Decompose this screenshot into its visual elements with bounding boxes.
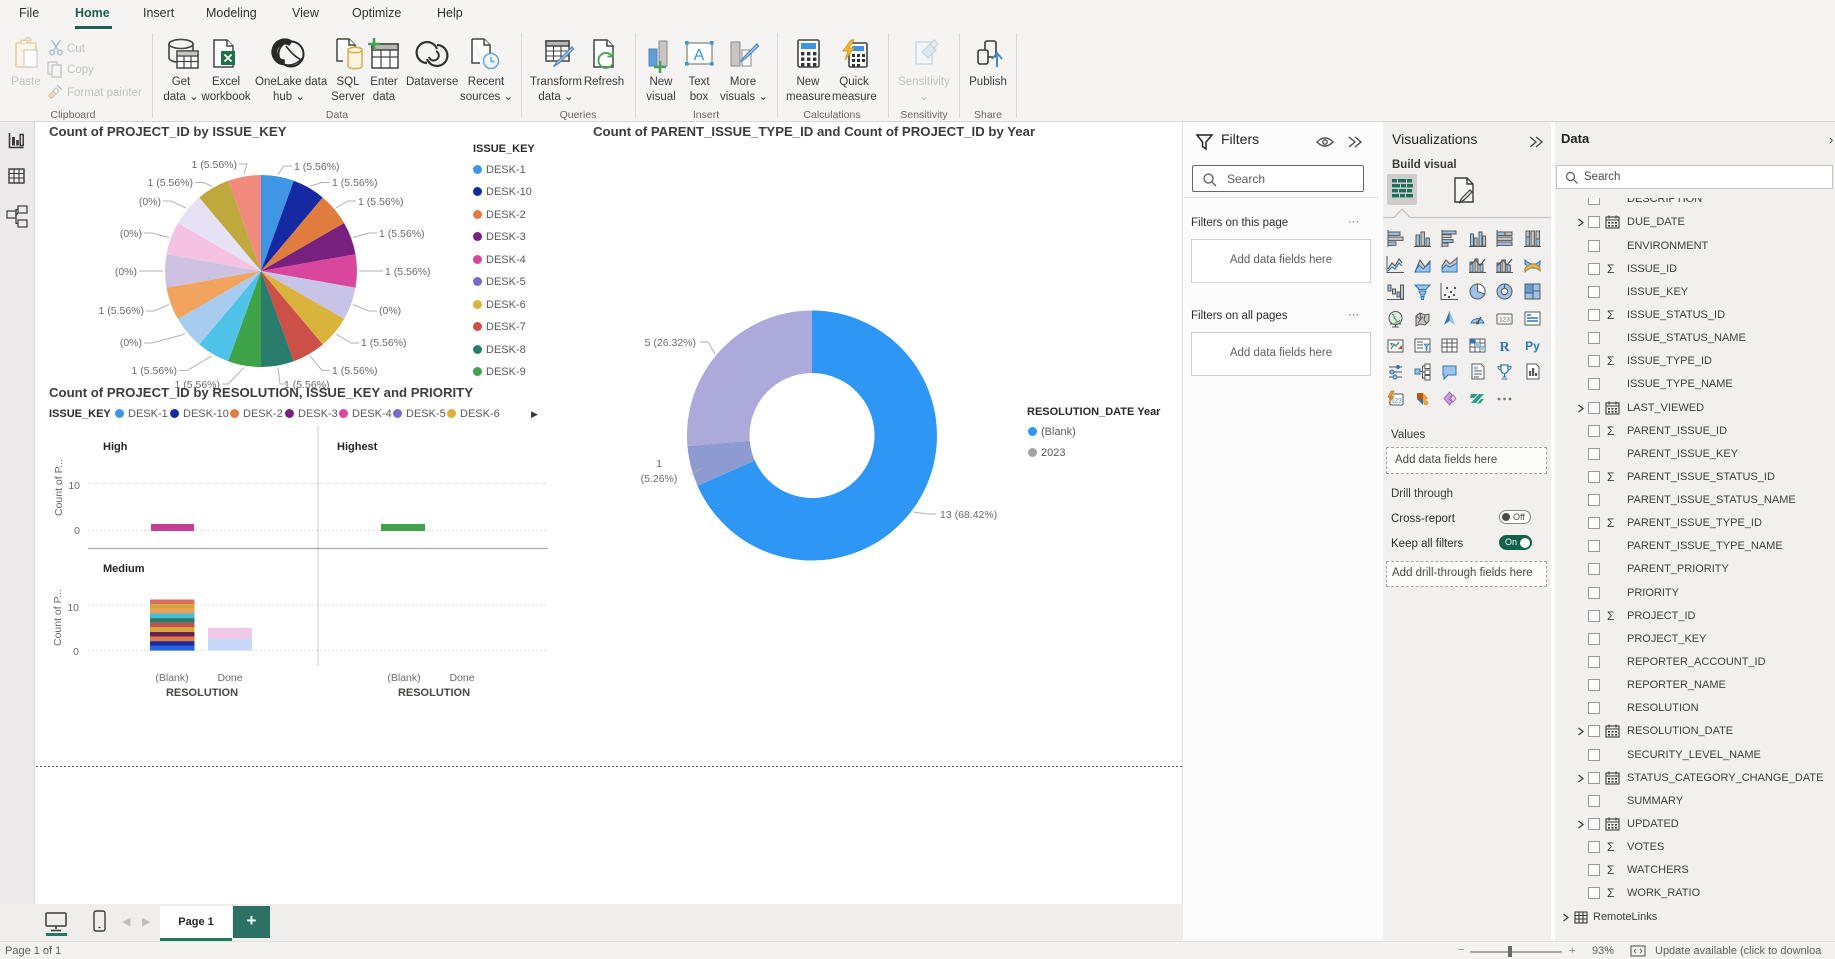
svg-text:High: High bbox=[103, 441, 128, 453]
svg-text:13 (68.42%): 13 (68.42%) bbox=[940, 509, 997, 521]
svg-text:1 (5.56%): 1 (5.56%) bbox=[385, 266, 431, 278]
svg-text:0: 0 bbox=[74, 525, 80, 537]
svg-text:0: 0 bbox=[73, 646, 79, 658]
svg-text:(Blank): (Blank) bbox=[387, 672, 420, 684]
svg-text:(0%): (0%) bbox=[115, 266, 137, 278]
svg-text:1 (5.56%): 1 (5.56%) bbox=[358, 196, 404, 208]
svg-text:1 (5.56%): 1 (5.56%) bbox=[379, 228, 425, 240]
svg-text:1 (5.56%): 1 (5.56%) bbox=[147, 177, 193, 189]
svg-text:R: R bbox=[1499, 340, 1510, 355]
svg-text:(0%): (0%) bbox=[120, 337, 142, 349]
svg-text:(0%): (0%) bbox=[379, 305, 401, 317]
svg-text:Py: Py bbox=[1525, 339, 1540, 353]
svg-text:1 (5.56%): 1 (5.56%) bbox=[191, 159, 237, 171]
svg-text:10: 10 bbox=[68, 480, 80, 492]
svg-text:1 (5.56%): 1 (5.56%) bbox=[332, 365, 378, 377]
svg-text:1 (5.56%): 1 (5.56%) bbox=[294, 161, 340, 173]
svg-text:RESOLUTION: RESOLUTION bbox=[398, 687, 470, 699]
svg-text:A: A bbox=[694, 47, 705, 64]
svg-text:5 (26.32%): 5 (26.32%) bbox=[645, 337, 696, 349]
svg-text:(0%): (0%) bbox=[120, 228, 142, 240]
svg-text:123: 123 bbox=[1391, 398, 1402, 405]
svg-text:1 (5.56%): 1 (5.56%) bbox=[361, 337, 407, 349]
svg-text:Count of P...: Count of P... bbox=[53, 459, 65, 516]
svg-text:RESOLUTION: RESOLUTION bbox=[166, 687, 238, 699]
svg-text:1: 1 bbox=[656, 458, 662, 470]
svg-text:(Blank): (Blank) bbox=[155, 672, 188, 684]
svg-text:Medium: Medium bbox=[103, 563, 145, 575]
svg-text:Count of P...: Count of P... bbox=[52, 589, 64, 646]
svg-text:(0%): (0%) bbox=[139, 196, 161, 208]
svg-text:1 (5.56%): 1 (5.56%) bbox=[131, 365, 177, 377]
svg-text:10: 10 bbox=[67, 602, 79, 614]
svg-text:Done: Done bbox=[217, 672, 242, 684]
svg-text:123: 123 bbox=[1499, 317, 1510, 324]
svg-text:(5.26%): (5.26%) bbox=[641, 473, 678, 485]
svg-text:1 (5.56%): 1 (5.56%) bbox=[332, 177, 378, 189]
svg-text:Done: Done bbox=[449, 672, 474, 684]
svg-text:Highest: Highest bbox=[337, 441, 378, 453]
svg-text:1 (5.56%): 1 (5.56%) bbox=[98, 305, 144, 317]
